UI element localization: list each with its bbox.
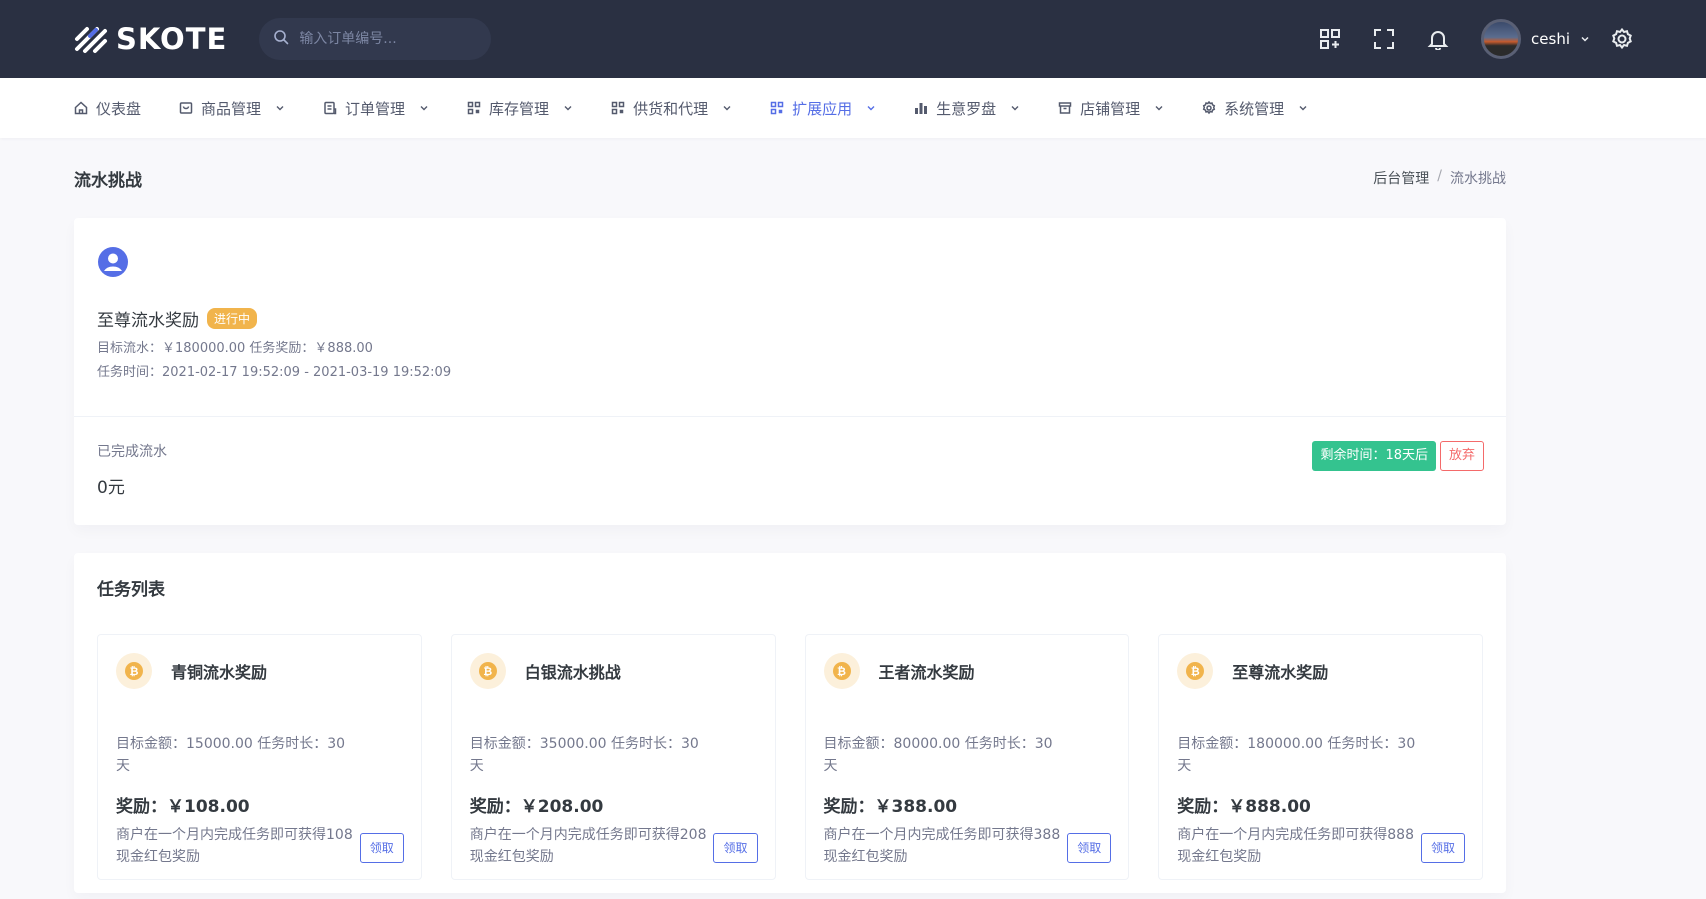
breadcrumb: 后台管理 / 流水挑战 xyxy=(1373,168,1506,188)
chevron-down-icon xyxy=(275,103,285,113)
nav-item-label: 库存管理 xyxy=(489,99,550,118)
brand-name: SKOTE xyxy=(116,22,228,56)
page-header: 流水挑战 后台管理 / 流水挑战 xyxy=(0,138,1706,218)
nav-item-6[interactable]: 生意罗盘 xyxy=(914,98,1020,119)
fullscreen-icon[interactable] xyxy=(1357,0,1411,78)
task-name: 青铜流水奖励 xyxy=(171,663,268,682)
claim-button[interactable]: 领取 xyxy=(1067,833,1112,863)
brand-logo[interactable]: SKOTE xyxy=(74,22,227,56)
bitcoin-icon: ₿ xyxy=(823,653,860,689)
bitcoin-icon: ₿ xyxy=(1177,653,1214,689)
nav-item-label: 生意罗盘 xyxy=(936,99,997,118)
gear-icon xyxy=(1202,101,1216,115)
task-description: 商户在一个月内完成任务即可获得888现金红包奖励 xyxy=(1177,827,1414,865)
task-description: 商户在一个月内完成任务即可获得208现金红包奖励 xyxy=(469,827,707,865)
logo-mark-icon xyxy=(74,22,108,56)
nav-item-8[interactable]: 系统管理 xyxy=(1202,98,1308,119)
chevron-down-icon xyxy=(1010,103,1020,113)
task-card: ₿ 至尊流水奖励目标金额：180000.00 任务时长：30天奖励：￥888.00… xyxy=(1158,634,1483,880)
task-name: 至尊流水奖励 xyxy=(1232,663,1329,682)
breadcrumb-item-admin[interactable]: 后台管理 xyxy=(1373,168,1429,188)
remaining-time-button[interactable]: 剩余时间：18天后 xyxy=(1312,441,1436,471)
receipt-icon xyxy=(323,101,337,115)
page-title: 流水挑战 xyxy=(74,170,142,191)
completed-value: 0元 xyxy=(97,478,125,498)
chevron-down-icon xyxy=(1580,30,1590,48)
task-name: 王者流水奖励 xyxy=(878,663,975,682)
status-badge: 进行中 xyxy=(207,308,258,329)
nav-item-label: 扩展应用 xyxy=(792,99,853,118)
task-target: 目标金额：80000.00 任务时长：30天 xyxy=(823,736,1053,774)
grid-icon xyxy=(770,101,784,115)
task-description: 商户在一个月内完成任务即可获得388现金红包奖励 xyxy=(823,827,1061,865)
nav-item-label: 店铺管理 xyxy=(1080,99,1141,118)
user-menu[interactable]: ceshi xyxy=(1481,19,1590,59)
chevron-down-icon xyxy=(1154,103,1164,113)
nav-item-label: 系统管理 xyxy=(1224,99,1285,118)
challenge-time: 任务时间：2021-02-17 19:52:09 - 2021-03-19 19… xyxy=(97,365,452,380)
challenge-target: 目标流水：￥180000.00 任务奖励：￥888.00 xyxy=(97,341,373,356)
current-challenge-card: 至尊流水奖励 进行中 目标流水：￥180000.00 任务奖励：￥888.00 … xyxy=(74,218,1506,525)
task-reward: 奖励：￥208.00 xyxy=(469,797,604,817)
breadcrumb-item-current: 流水挑战 xyxy=(1450,171,1506,187)
user-circle-icon xyxy=(97,247,129,282)
task-list-card: 任务列表 ₿ 青铜流水奖励目标金额：15000.00 任务时长：30天奖励：￥10… xyxy=(74,553,1506,893)
inbox-icon xyxy=(179,101,193,115)
search-box[interactable] xyxy=(259,18,492,60)
chevron-down-icon xyxy=(1298,103,1308,113)
topbar: SKOTE ceshi xyxy=(0,0,1706,78)
challenge-name: 至尊流水奖励 xyxy=(97,311,199,331)
avatar xyxy=(1481,19,1522,59)
gear-icon[interactable] xyxy=(1604,0,1640,78)
grid-icon xyxy=(611,101,625,115)
main-nav: 仪表盘 商品管理 订单管理 库存管理 供货和代理 扩展应用 生意罗盘 店铺管理 系统管理 xyxy=(0,78,1706,138)
search-icon xyxy=(273,29,289,49)
task-description: 商户在一个月内完成任务即可获得108现金红包奖励 xyxy=(116,827,353,865)
user-name: ceshi xyxy=(1531,30,1570,48)
abandon-button[interactable]: 放弃 xyxy=(1439,441,1484,471)
claim-button[interactable]: 领取 xyxy=(359,833,404,863)
task-card: ₿ 青铜流水奖励目标金额：15000.00 任务时长：30天奖励：￥108.00 商… xyxy=(97,634,422,880)
task-list: ₿ 青铜流水奖励目标金额：15000.00 任务时长：30天奖励：￥108.00 商… xyxy=(97,634,1483,880)
task-target: 目标金额：180000.00 任务时长：30天 xyxy=(1177,736,1416,774)
grid-icon xyxy=(467,101,481,115)
claim-button[interactable]: 领取 xyxy=(1420,833,1465,863)
chevron-down-icon xyxy=(563,103,573,113)
task-reward: 奖励：￥888.00 xyxy=(1177,797,1311,817)
nav-item-label: 商品管理 xyxy=(201,99,262,118)
nav-item-7[interactable]: 店铺管理 xyxy=(1058,98,1164,119)
search-input[interactable] xyxy=(299,31,470,47)
home-icon xyxy=(74,101,88,115)
nav-item-label: 订单管理 xyxy=(345,99,406,118)
bell-icon[interactable] xyxy=(1411,0,1465,78)
task-card: ₿ 王者流水奖励目标金额：80000.00 任务时长：30天奖励：￥388.00 商… xyxy=(804,634,1130,880)
nav-item-label: 供货和代理 xyxy=(633,99,709,118)
task-target: 目标金额：35000.00 任务时长：30天 xyxy=(469,736,699,774)
bar-chart-icon xyxy=(914,101,928,115)
nav-item-3[interactable]: 库存管理 xyxy=(467,98,573,119)
task-target: 目标金额：15000.00 任务时长：30天 xyxy=(116,736,346,774)
nav-item-4[interactable]: 供货和代理 xyxy=(611,98,732,119)
task-name: 白银流水挑战 xyxy=(524,663,621,682)
completed-label: 已完成流水 xyxy=(97,444,167,460)
bitcoin-icon: ₿ xyxy=(116,653,152,689)
nav-item-1[interactable]: 商品管理 xyxy=(179,98,285,119)
chevron-down-icon xyxy=(722,103,732,113)
claim-button[interactable]: 领取 xyxy=(713,833,758,863)
nav-item-2[interactable]: 订单管理 xyxy=(323,98,429,119)
chevron-down-icon xyxy=(419,103,429,113)
nav-item-label: 仪表盘 xyxy=(96,99,142,118)
nav-item-0[interactable]: 仪表盘 xyxy=(74,98,141,119)
breadcrumb-separator: / xyxy=(1437,168,1442,184)
nav-item-5[interactable]: 扩展应用 xyxy=(770,98,876,119)
archive-icon xyxy=(1058,101,1072,115)
apps-icon[interactable] xyxy=(1303,0,1357,78)
chevron-down-icon xyxy=(866,103,876,113)
task-card: ₿ 白银流水挑战目标金额：35000.00 任务时长：30天奖励：￥208.00 商… xyxy=(450,634,776,880)
task-reward: 奖励：￥388.00 xyxy=(823,797,958,817)
bitcoin-icon: ₿ xyxy=(469,653,506,689)
task-list-title: 任务列表 xyxy=(97,580,165,600)
task-reward: 奖励：￥108.00 xyxy=(116,797,250,817)
